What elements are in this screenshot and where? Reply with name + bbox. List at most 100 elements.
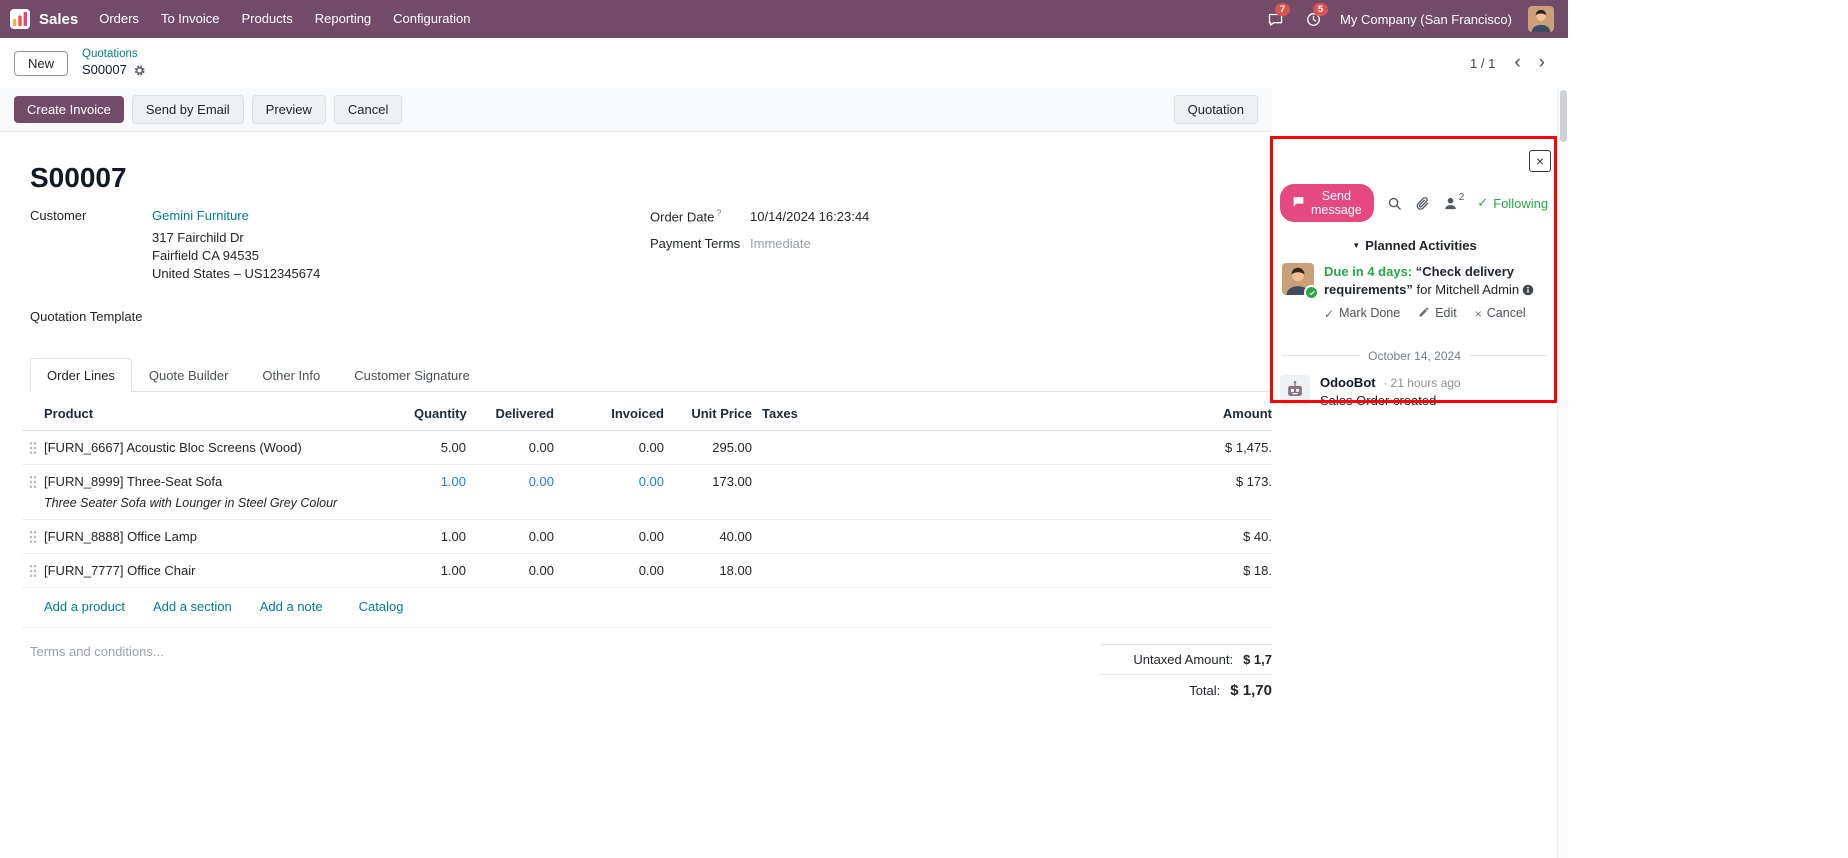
menu-to-invoice[interactable]: To Invoice — [150, 0, 231, 38]
col-header-invoiced[interactable]: Invoiced — [554, 405, 664, 423]
activity-done-check-icon — [1304, 285, 1319, 300]
delivered-cell[interactable]: 0.00 — [466, 439, 554, 457]
settings-gear-icon[interactable] — [133, 64, 146, 77]
tab-order-lines[interactable]: Order Lines — [30, 358, 132, 392]
unit-price-cell[interactable]: 40.00 — [664, 528, 752, 546]
breadcrumb-quotations-link[interactable]: Quotations — [82, 47, 146, 62]
activity-actions: ✓Mark Done Edit ×Cancel — [1324, 305, 1547, 323]
chatter-panel: × Send message 2 ✓ Following ▼ — [1272, 132, 1557, 746]
delivered-cell[interactable]: 0.00 — [466, 562, 554, 580]
drag-handle-icon[interactable] — [22, 439, 44, 455]
send-message-button[interactable]: Send message — [1280, 184, 1374, 222]
cancel-x-icon: × — [1475, 306, 1482, 323]
add-a-note-link[interactable]: Add a note — [260, 599, 323, 614]
pager-previous-button[interactable]: ‹ — [1505, 51, 1529, 75]
product-description: Three Seater Sofa with Lounger in Steel … — [44, 494, 406, 512]
order-date-value[interactable]: 10/14/2024 16:23:44 — [750, 209, 869, 224]
create-invoice-button[interactable]: Create Invoice — [14, 96, 124, 123]
activities-icon[interactable]: 5 — [1302, 8, 1324, 30]
catalog-link[interactable]: Catalog — [359, 599, 404, 614]
product-cell[interactable]: [FURN_7777] Office Chair — [44, 562, 414, 580]
help-question-icon[interactable]: ? — [716, 208, 721, 218]
sales-app-icon[interactable] — [10, 9, 30, 29]
menu-configuration[interactable]: Configuration — [382, 0, 481, 38]
stage-quotation-badge[interactable]: Quotation — [1174, 95, 1258, 124]
delivered-cell[interactable]: 0.00 — [466, 473, 554, 491]
customer-link[interactable]: Gemini Furniture — [152, 208, 249, 223]
chatter-toolbar: Send message 2 ✓ Following — [1272, 184, 1557, 222]
cancel-button[interactable]: Cancel — [334, 95, 402, 124]
planned-activity-item: Due in 4 days: “Check delivery requireme… — [1272, 253, 1557, 323]
tab-customer-signature[interactable]: Customer Signature — [337, 358, 487, 392]
pager: 1 / 1 ‹ › — [1470, 51, 1554, 75]
breadcrumb-current: S00007 — [82, 62, 127, 79]
order-line-row: [FURN_6667] Acoustic Bloc Screens (Wood)… — [22, 431, 1272, 465]
followers-icon[interactable]: 2 — [1443, 196, 1465, 211]
col-header-delivered[interactable]: Delivered — [466, 405, 554, 423]
invoiced-cell[interactable]: 0.00 — [554, 562, 664, 580]
cancel-activity-button[interactable]: ×Cancel — [1475, 305, 1526, 323]
unit-price-cell[interactable]: 295.00 — [664, 439, 752, 457]
invoiced-cell[interactable]: 0.00 — [554, 439, 664, 457]
edit-activity-button[interactable]: Edit — [1418, 305, 1457, 323]
right-field-column: Order Date? 10/14/2024 16:23:44 Payment … — [650, 208, 1272, 330]
scrollbar-thumb[interactable] — [1560, 90, 1567, 142]
main-content: S00007 Customer Gemini Furniture 317 Fai… — [0, 132, 1557, 746]
topbar-right: 7 5 My Company (San Francisco) — [1264, 6, 1554, 32]
preview-button[interactable]: Preview — [252, 95, 326, 124]
col-header-amount[interactable]: Amount — [892, 405, 1272, 423]
customer-address: 317 Fairchild Dr Fairfield CA 94535 Unit… — [152, 229, 650, 283]
invoiced-cell[interactable]: 0.00 — [554, 473, 664, 491]
attachments-paperclip-icon[interactable] — [1415, 196, 1430, 211]
col-header-product[interactable]: Product — [44, 405, 414, 423]
following-button[interactable]: ✓ Following — [1477, 195, 1550, 211]
col-header-unit-price[interactable]: Unit Price — [664, 405, 752, 423]
col-header-quantity[interactable]: Quantity — [414, 405, 466, 423]
order-line-row: [FURN_7777] Office Chair 1.00 0.00 0.00 … — [22, 554, 1272, 588]
menu-products[interactable]: Products — [230, 0, 303, 38]
unit-price-cell[interactable]: 173.00 — [664, 473, 752, 491]
add-a-section-link[interactable]: Add a section — [153, 599, 232, 614]
pager-next-button[interactable]: › — [1530, 51, 1554, 75]
add-a-product-link[interactable]: Add a product — [44, 599, 125, 614]
invoiced-cell[interactable]: 0.00 — [554, 528, 664, 546]
activity-info-icon[interactable] — [1522, 284, 1534, 296]
product-cell[interactable]: [FURN_6667] Acoustic Bloc Screens (Wood) — [44, 439, 414, 457]
tab-other-info[interactable]: Other Info — [245, 358, 337, 392]
drag-handle-icon[interactable] — [22, 528, 44, 544]
planned-activities-header[interactable]: ▼ Planned Activities — [1272, 238, 1557, 253]
quantity-cell[interactable]: 1.00 — [414, 473, 466, 491]
message-timestamp: · 21 hours ago — [1383, 376, 1460, 390]
pager-value[interactable]: 1 / 1 — [1470, 56, 1495, 71]
menu-reporting[interactable]: Reporting — [304, 0, 382, 38]
quantity-cell[interactable]: 1.00 — [414, 562, 466, 580]
quantity-cell[interactable]: 1.00 — [414, 528, 466, 546]
drag-handle-icon[interactable] — [22, 473, 44, 489]
delivered-cell[interactable]: 0.00 — [466, 528, 554, 546]
menu-orders[interactable]: Orders — [88, 0, 150, 38]
close-chatter-button[interactable]: × — [1529, 150, 1551, 172]
drag-handle-icon[interactable] — [22, 562, 44, 578]
mark-done-button[interactable]: ✓Mark Done — [1324, 305, 1400, 323]
unit-price-cell[interactable]: 18.00 — [664, 562, 752, 580]
message-author[interactable]: OdooBot — [1320, 375, 1376, 390]
company-switcher[interactable]: My Company (San Francisco) — [1340, 12, 1512, 27]
app-name[interactable]: Sales — [39, 11, 78, 28]
terms-and-conditions-field[interactable]: Terms and conditions... — [30, 644, 164, 706]
product-cell[interactable]: [FURN_8888] Office Lamp — [44, 528, 414, 546]
followers-count: 2 — [1459, 192, 1465, 203]
control-panel: New Quotations S00007 1 / 1 ‹ › — [0, 38, 1568, 88]
messages-icon[interactable]: 7 — [1264, 8, 1286, 30]
user-avatar[interactable] — [1528, 6, 1554, 32]
payment-terms-value[interactable]: Immediate — [750, 236, 811, 251]
new-button[interactable]: New — [14, 51, 68, 76]
table-footer-links: Add a product Add a section Add a note C… — [22, 588, 1272, 628]
send-by-email-button[interactable]: Send by Email — [132, 95, 244, 124]
quantity-cell[interactable]: 5.00 — [414, 439, 466, 457]
col-header-taxes[interactable]: Taxes — [752, 405, 892, 423]
form-sheet: S00007 Customer Gemini Furniture 317 Fai… — [0, 132, 1272, 746]
tab-quote-builder[interactable]: Quote Builder — [132, 358, 246, 392]
product-cell[interactable]: [FURN_8999] Three-Seat Sofa Three Seater… — [44, 473, 414, 512]
message-body: Sales Order created — [1320, 393, 1461, 408]
search-messages-icon[interactable] — [1387, 196, 1402, 211]
